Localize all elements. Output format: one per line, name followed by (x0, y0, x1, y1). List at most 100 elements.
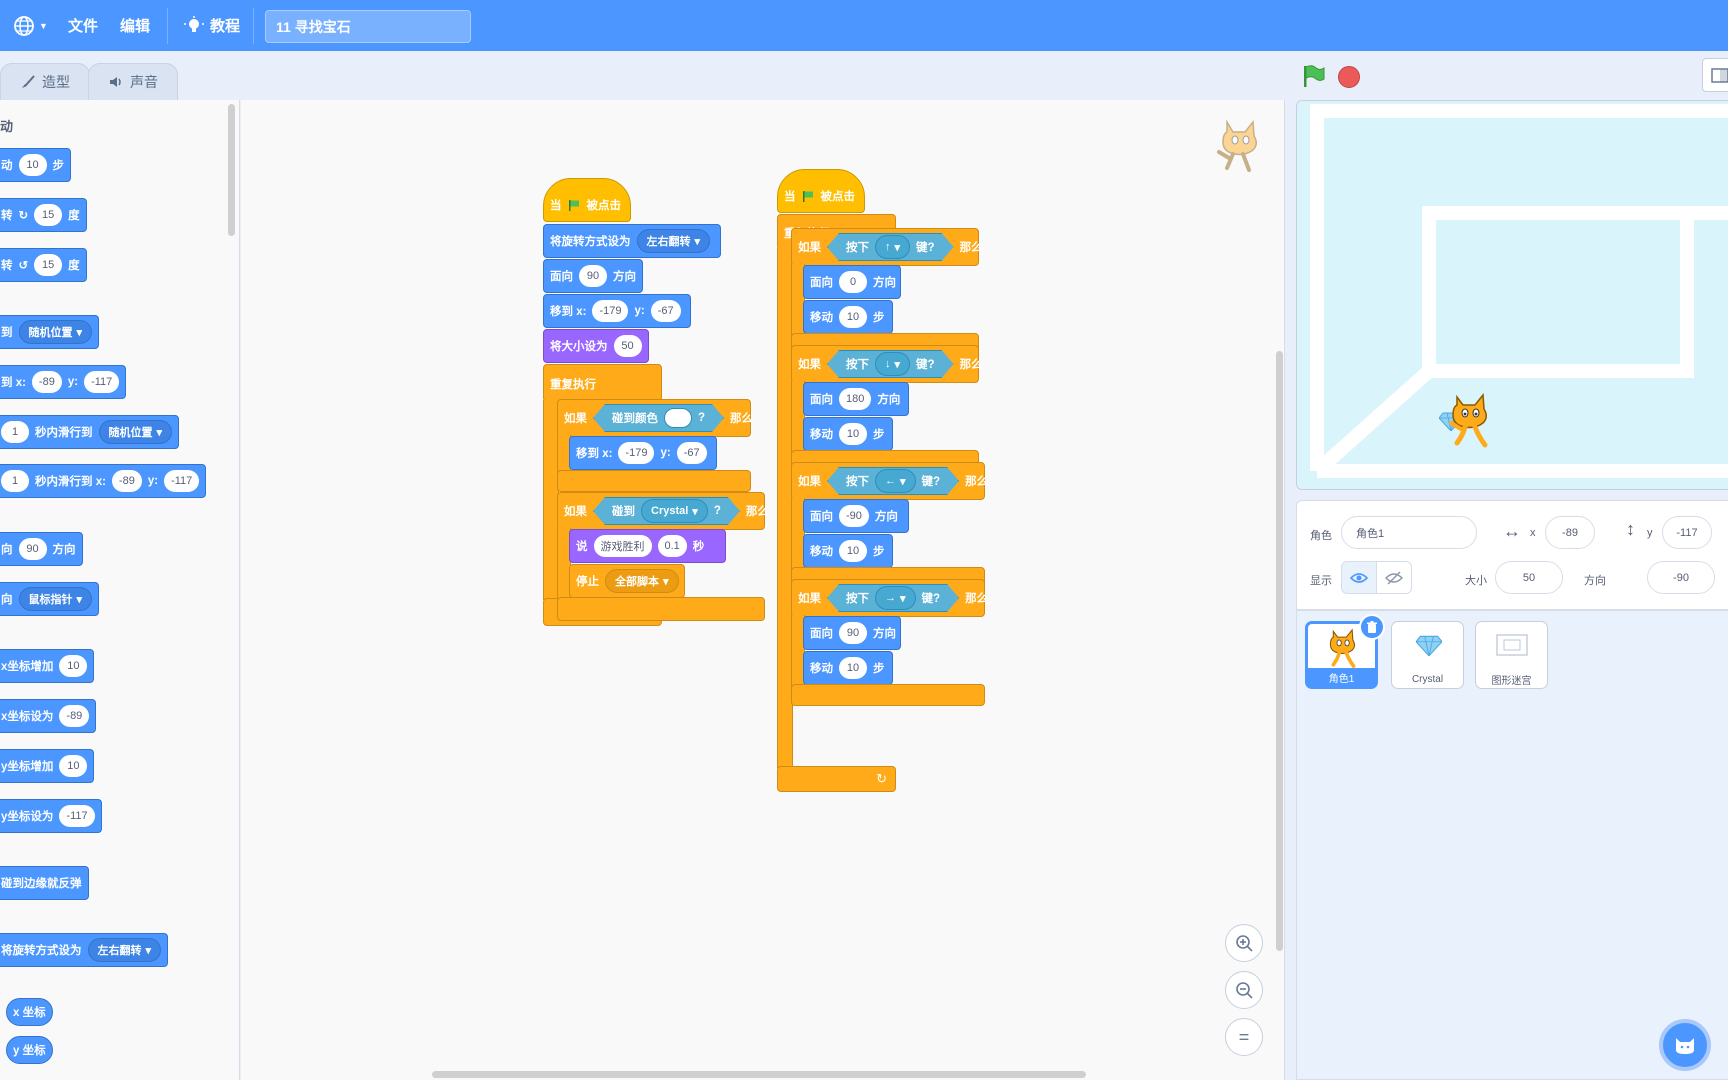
rotation-style-dropdown[interactable]: 左右翻转 ▾ (87, 938, 162, 962)
rotation-style-dropdown[interactable]: 左右翻转 ▾ (636, 229, 711, 253)
goto-xy-block-2[interactable]: 移到 x: -179 y: -67 (569, 436, 717, 470)
key-dropdown[interactable]: → ▾ (875, 586, 916, 610)
file-menu[interactable]: 文件 (68, 0, 98, 51)
palette-turn-left-block[interactable]: 转 ↺ 15 度 (0, 248, 87, 282)
palette-change-y-block[interactable]: y坐标增加 10 (0, 749, 95, 783)
delete-sprite-button[interactable] (1359, 614, 1385, 640)
move-steps-block[interactable]: 移动 10 步 (803, 534, 893, 568)
direction-input[interactable]: -90 (1647, 561, 1715, 594)
touching-color-condition[interactable]: 碰到颜色? (593, 404, 724, 432)
if-key-pressed-block[interactable]: 如果 按下 ↑ ▾ 键? 那么 (791, 228, 983, 266)
language-menu[interactable]: ▼ (12, 0, 48, 51)
move-steps-block[interactable]: 移动 10 步 (803, 300, 893, 334)
color-swatch[interactable] (664, 408, 692, 428)
y-position-input[interactable]: -117 (1662, 516, 1712, 549)
crystal-sprite-icon (1416, 635, 1442, 656)
palette-goto-xy-block[interactable]: 到 x: -89 y: -117 (0, 365, 127, 399)
zoom-out-button[interactable] (1225, 971, 1263, 1009)
tab-sounds[interactable]: 声音 (88, 63, 178, 100)
point-direction-block[interactable]: 面向 90 方向 (543, 259, 643, 293)
chevron-down-icon: ▼ (39, 20, 48, 31)
if-key-pressed-block[interactable]: 如果 按下 → ▾ 键? 那么 (791, 579, 988, 617)
tutorials-button[interactable]: 教程 (184, 0, 240, 51)
workspace-vertical-scrollbar[interactable] (1276, 351, 1283, 951)
show-hidden-button[interactable] (1376, 561, 1412, 594)
key-dropdown[interactable]: ← ▾ (875, 469, 916, 493)
show-visible-button[interactable] (1341, 561, 1377, 594)
workspace-horizontal-scrollbar[interactable] (432, 1071, 1086, 1078)
palette-set-x-block[interactable]: x坐标设为 -89 (0, 699, 97, 733)
if-key-pressed-block[interactable]: 如果 按下 ← ▾ 键? 那么 (791, 462, 988, 500)
palette-x-position-reporter[interactable]: x 坐标 (6, 998, 53, 1026)
if-touching-color-block[interactable]: 如果 碰到颜色? 那么 (557, 399, 753, 437)
say-for-secs-block[interactable]: 说游戏胜利 0.1 秒 (569, 529, 726, 563)
palette-rotation-style-block[interactable]: 将旋转方式设为 左右翻转 ▾ (0, 933, 169, 967)
key-pressed-condition[interactable]: 按下 ← ▾ 键? (827, 467, 959, 495)
palette-point-direction-block[interactable]: 向 90 方向 (0, 532, 83, 566)
goto-xy-block[interactable]: 移到 x: -179 y: -67 (543, 294, 691, 328)
tab-costumes[interactable]: 造型 (0, 63, 90, 100)
maze-backdrop (1297, 101, 1728, 489)
stop-all-block[interactable]: 停止 全部脚本 ▾ (569, 564, 685, 598)
palette-turn-right-block[interactable]: 转 ↻ 15 度 (0, 198, 87, 232)
sprite-thumb-cat[interactable]: 角色1 (1305, 614, 1385, 689)
tutorials-label: 教程 (210, 18, 241, 35)
point-direction-block[interactable]: 面向 180 方向 (803, 382, 909, 416)
when-flag-clicked-hat[interactable]: 当被点击 (543, 178, 631, 222)
key-pressed-condition[interactable]: 按下 ↓ ▾ 键? (827, 350, 954, 378)
size-input[interactable]: 50 (1495, 561, 1563, 594)
zoom-in-button[interactable] (1225, 924, 1263, 962)
zoom-reset-button[interactable]: = (1225, 1018, 1263, 1056)
touching-object-dropdown[interactable]: Crystal ▾ (641, 499, 708, 523)
sprite-thumb-crystal[interactable]: Crystal (1391, 621, 1464, 689)
key-pressed-condition[interactable]: 按下 ↑ ▾ 键? (827, 233, 954, 261)
palette-bounce-block[interactable]: 碰到边缘就反弹 (0, 866, 89, 900)
green-flag-button[interactable] (1300, 63, 1326, 89)
forever-block[interactable]: 重复执行 (543, 364, 662, 402)
if-key-pressed-block[interactable]: 如果 按下 ↓ ▾ 键? 那么 (791, 345, 983, 383)
project-title-input[interactable]: 11 寻找宝石 (265, 10, 471, 43)
move-steps-block[interactable]: 移动 10 步 (803, 417, 893, 451)
x-position-input[interactable]: -89 (1545, 516, 1595, 549)
towards-dropdown[interactable]: 鼠标指针 ▾ (18, 587, 93, 611)
vertical-arrows-icon: ↕ (1626, 519, 1635, 539)
palette-point-towards-block[interactable]: 向鼠标指针 ▾ (0, 582, 100, 616)
point-direction-block[interactable]: 面向 0 方向 (803, 265, 901, 299)
script-workspace[interactable]: 当被点击 将旋转方式设为 左右翻转 ▾ 面向 90 方向 移到 x: -179 y: -67 … (241, 100, 1285, 1080)
palette-goto-block[interactable]: 到随机位置 ▾ (0, 315, 100, 349)
if-touching-crystal-block[interactable]: 如果 碰到 Crystal ▾? 那么 (557, 492, 769, 530)
set-rotation-style-block[interactable]: 将旋转方式设为 左右翻转 ▾ (543, 224, 721, 258)
stop-button[interactable] (1338, 66, 1360, 88)
palette-set-y-block[interactable]: y坐标设为 -117 (0, 799, 102, 833)
key-dropdown[interactable]: ↓ ▾ (875, 352, 910, 376)
stage-canvas[interactable] (1296, 100, 1728, 490)
add-sprite-button[interactable] (1659, 1019, 1711, 1071)
palette-move-block[interactable]: 动 10 步 (0, 148, 71, 182)
sprite-name-input[interactable]: 角色1 (1341, 516, 1477, 549)
stage-size-toggle[interactable] (1702, 58, 1728, 92)
cat-sprite-icon (1449, 393, 1488, 448)
menu-divider (253, 8, 254, 44)
stop-dropdown[interactable]: 全部脚本 ▾ (605, 569, 679, 593)
point-direction-block[interactable]: 面向 90 方向 (803, 616, 901, 650)
sprite-thumb-name: 角色1 (1308, 668, 1375, 686)
point-direction-block[interactable]: 面向 -90 方向 (803, 499, 909, 533)
tab-sounds-label: 声音 (130, 74, 158, 90)
tab-costumes-label: 造型 (42, 74, 70, 90)
palette-glide-xy-block[interactable]: 1 秒内滑行到 x: -89 y: -117 (0, 464, 207, 498)
sprite-thumb-maze[interactable]: 图形迷宫 (1475, 621, 1548, 689)
palette-scrollbar[interactable] (228, 104, 235, 236)
goto-dropdown[interactable]: 随机位置 ▾ (18, 320, 93, 344)
palette-change-x-block[interactable]: x坐标增加 10 (0, 649, 95, 683)
key-dropdown[interactable]: ↑ ▾ (875, 235, 910, 259)
edit-menu[interactable]: 编辑 (120, 0, 150, 51)
set-size-block[interactable]: 将大小设为 50 (543, 329, 649, 363)
move-steps-block[interactable]: 移动 10 步 (803, 651, 893, 685)
eye-slash-icon (1385, 571, 1403, 584)
key-pressed-condition[interactable]: 按下 → ▾ 键? (827, 584, 959, 612)
touching-object-condition[interactable]: 碰到 Crystal ▾? (593, 497, 740, 525)
glide-dropdown[interactable]: 随机位置 ▾ (98, 420, 173, 444)
palette-y-position-reporter[interactable]: y 坐标 (6, 1036, 53, 1064)
when-flag-clicked-hat[interactable]: 当被点击 (777, 169, 865, 213)
palette-glide-block[interactable]: 1 秒内滑行到 随机位置 ▾ (0, 415, 180, 449)
